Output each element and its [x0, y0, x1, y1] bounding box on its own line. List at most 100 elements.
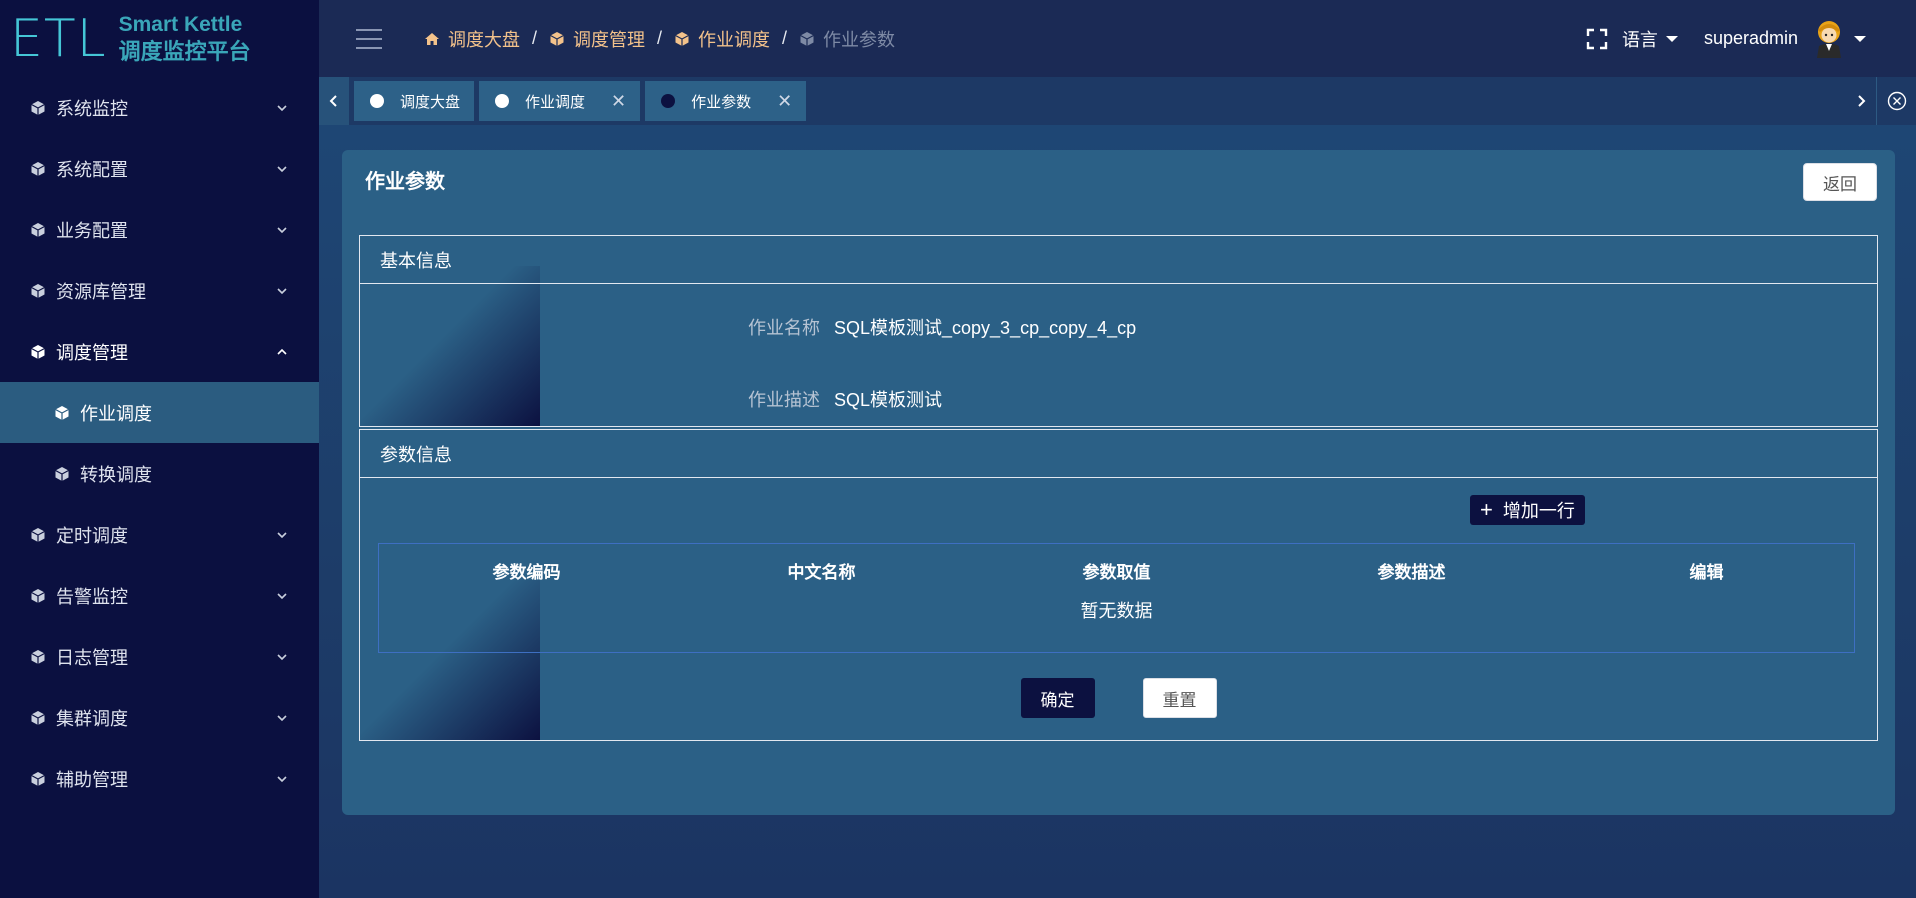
- language-label: 语言: [1621, 29, 1658, 50]
- language-dropdown[interactable]: 语言: [1622, 26, 1678, 52]
- logo-line-2: 调度监控平台: [118, 38, 251, 64]
- sidebar-item-label: 系统配置: [56, 159, 128, 180]
- cube-icon: [30, 161, 46, 177]
- sidebar-item-system-config[interactable]: 系统配置: [0, 138, 319, 199]
- logo-line-1: Smart Kettle: [118, 12, 243, 36]
- cube-icon: [30, 344, 46, 360]
- sidebar-item-label: 集群调度: [56, 708, 128, 729]
- back-button[interactable]: 返回: [1803, 163, 1877, 201]
- section-heading: 参数信息: [360, 430, 1877, 478]
- basic-info-section: 基本信息 作业名称 SQL模板测试_copy_3_cp_copy_4_cp 作业…: [359, 235, 1878, 427]
- logo-text: Smart Kettle 调度监控平台: [119, 12, 251, 66]
- header-right: 语言 superadmin: [1586, 20, 1866, 58]
- breadcrumb-separator: /: [532, 28, 538, 48]
- cube-icon: [30, 283, 46, 299]
- sidebar-item-alert-monitor[interactable]: 告警监控: [0, 565, 319, 626]
- sidebar-subitem-trans-schedule[interactable]: 转换调度: [0, 443, 319, 504]
- breadcrumb-label: 作业调度: [698, 29, 771, 50]
- cube-icon: [54, 405, 70, 421]
- tab-label: 作业参数: [691, 93, 752, 111]
- sidebar-subitem-label: 作业调度: [80, 403, 152, 424]
- sidebar-item-timed-schedule[interactable]: 定时调度: [0, 504, 319, 565]
- sidebar-item-label: 业务配置: [56, 220, 128, 241]
- confirm-button[interactable]: 确定: [1020, 678, 1095, 718]
- logo: ETL Smart Kettle 调度监控平台: [0, 0, 319, 77]
- tab-dot: [370, 94, 384, 108]
- username: superadmin: [1703, 28, 1798, 48]
- sidebar-item-cluster-schedule[interactable]: 集群调度: [0, 687, 319, 748]
- params-table: 参数编码 中文名称 参数取值 参数描述 编辑 暂无数据: [378, 543, 1855, 653]
- breadcrumb-label: 作业参数: [823, 29, 896, 50]
- cube-icon: [30, 710, 46, 726]
- tab-scroll-left-icon[interactable]: [319, 77, 349, 125]
- tab-scroll-right-icon[interactable]: [1846, 77, 1876, 125]
- sidebar-item-label: 告警监控: [56, 586, 128, 607]
- cube-icon: [30, 771, 46, 787]
- sidebar-item-label: 辅助管理: [56, 769, 128, 790]
- chevron-down-icon: [275, 101, 289, 115]
- add-row-button[interactable]: + 增加一行: [1470, 495, 1585, 525]
- sidebar-subitem-job-schedule[interactable]: 作业调度: [0, 382, 319, 443]
- chevron-down-icon: [275, 589, 289, 603]
- close-icon[interactable]: ✕: [611, 92, 626, 110]
- plus-icon: +: [1480, 497, 1493, 522]
- sidebar-item-repository[interactable]: 资源库管理: [0, 260, 319, 321]
- cube-icon: [30, 100, 46, 116]
- tab-label: 调度大盘: [400, 93, 461, 111]
- breadcrumb-item[interactable]: 调度管理: [549, 26, 645, 52]
- sidebar-item-auxiliary[interactable]: 辅助管理: [0, 748, 319, 809]
- close-all-tabs-icon[interactable]: [1876, 77, 1916, 125]
- sidebar-item-label: 资源库管理: [56, 281, 146, 302]
- breadcrumb-separator: /: [657, 28, 663, 48]
- job-desc-field: 作业描述 SQL模板测试: [360, 386, 942, 412]
- tab-label: 作业调度: [525, 93, 586, 111]
- cube-icon: [674, 31, 690, 47]
- cube-icon: [54, 466, 70, 482]
- sidebar-item-schedule-management[interactable]: 调度管理: [0, 321, 319, 382]
- user-menu[interactable]: superadmin: [1704, 20, 1866, 58]
- cube-icon: [30, 588, 46, 604]
- sidebar-subitem-label: 转换调度: [80, 464, 152, 485]
- sidebar-item-log-management[interactable]: 日志管理: [0, 626, 319, 687]
- column-header: 参数取值: [1082, 562, 1151, 582]
- form-actions: 确定 重置: [360, 678, 1877, 718]
- empty-state: 暂无数据: [1080, 601, 1153, 621]
- cube-icon: [799, 31, 815, 47]
- breadcrumb-label: 调度大盘: [448, 29, 520, 50]
- job-name-label: 作业名称: [748, 318, 820, 338]
- tab-dashboard[interactable]: 调度大盘: [354, 81, 475, 121]
- tab-job-schedule[interactable]: 作业调度 ✕: [479, 81, 641, 121]
- sidebar-item-business-config[interactable]: 业务配置: [0, 199, 319, 260]
- sidebar-item-label: 系统监控: [56, 98, 128, 119]
- caret-down-icon: [1854, 35, 1866, 42]
- reset-button[interactable]: 重置: [1142, 678, 1217, 718]
- fullscreen-icon[interactable]: [1586, 28, 1608, 50]
- page-title: 作业参数: [365, 171, 445, 193]
- chevron-up-icon: [275, 345, 289, 359]
- tab-job-params[interactable]: 作业参数 ✕: [645, 81, 807, 121]
- chevron-down-icon: [275, 162, 289, 176]
- table-header: 参数编码 中文名称 参数取值 参数描述 编辑: [379, 544, 1854, 596]
- job-desc-value: SQL模板测试: [834, 390, 943, 410]
- menu-toggle-icon[interactable]: [356, 28, 382, 49]
- cube-icon: [30, 527, 46, 543]
- close-icon[interactable]: ✕: [777, 92, 792, 110]
- breadcrumb-item[interactable]: 作业调度: [674, 26, 770, 52]
- sidebar-item-system-monitor[interactable]: 系统监控: [0, 77, 319, 138]
- section-heading: 基本信息: [360, 236, 1877, 284]
- sidebar-item-label: 定时调度: [56, 525, 128, 546]
- column-header: 参数描述: [1377, 562, 1446, 582]
- column-header: 中文名称: [787, 562, 856, 582]
- top-header: 调度大盘 / 调度管理 / 作业调度 / 作业参数 语言 superadmin: [319, 0, 1916, 77]
- logo-mark: ETL: [10, 8, 107, 69]
- tab-dot: [661, 94, 676, 108]
- chevron-down-icon: [275, 650, 289, 664]
- job-name-field: 作业名称 SQL模板测试_copy_3_cp_copy_4_cp: [360, 314, 1136, 340]
- chevron-down-icon: [275, 772, 289, 786]
- sidebar: ETL Smart Kettle 调度监控平台 系统监控 系统配置 业务配置 资…: [0, 0, 319, 898]
- breadcrumb-item[interactable]: 调度大盘: [424, 26, 520, 52]
- breadcrumb: 调度大盘 / 调度管理 / 作业调度 / 作业参数: [424, 26, 895, 52]
- cube-icon: [30, 222, 46, 238]
- param-info-section: 参数信息 + 增加一行 参数编码 中文名称 参数取值 参数描述 编辑 暂无数据 …: [359, 429, 1878, 741]
- tab-dot: [495, 94, 510, 108]
